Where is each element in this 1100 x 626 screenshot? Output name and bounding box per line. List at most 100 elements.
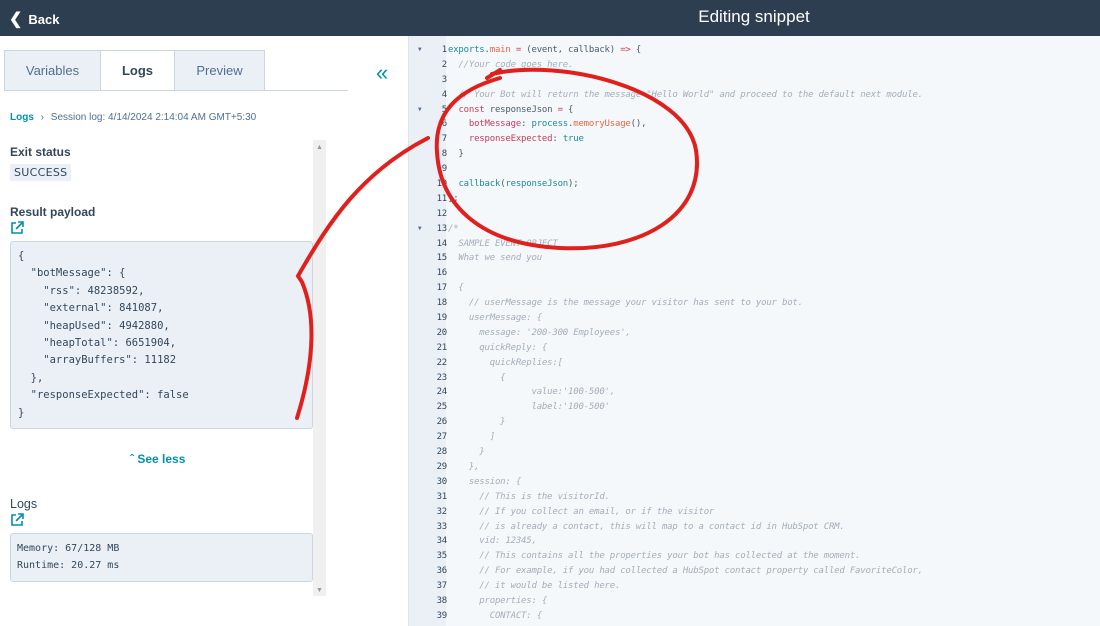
code-editor[interactable]: ▼ 1 exports.main = (event, callback) => {2… bbox=[408, 36, 1100, 626]
status-badge: SUCCESS bbox=[10, 164, 72, 181]
code-token: = bbox=[510, 45, 527, 55]
code-token: responseJson bbox=[505, 179, 569, 190]
external-link-icon[interactable] bbox=[10, 513, 24, 527]
code-token: //Your code goes here. bbox=[448, 59, 574, 70]
line-number: 17 bbox=[436, 283, 448, 294]
tab-divider bbox=[4, 90, 348, 91]
line-text: quickReplies:[ bbox=[448, 356, 563, 371]
code-token: // If you collect an email, or if the vi… bbox=[448, 506, 715, 517]
code-token: process bbox=[531, 119, 569, 130]
code-token: ] bbox=[448, 432, 495, 443]
line-number: 26 bbox=[436, 417, 448, 428]
breadcrumb-separator: › bbox=[40, 112, 45, 123]
code-token: { bbox=[448, 372, 506, 383]
line-number: 39 bbox=[436, 610, 448, 621]
back-button[interactable]: ❮ Back bbox=[9, 9, 59, 29]
code-token: const bbox=[458, 104, 485, 115]
tab-bar: Variables Logs Preview bbox=[4, 50, 265, 91]
line-number: 31 bbox=[436, 491, 448, 502]
payload-line: } bbox=[18, 406, 25, 419]
code-token: properties: { bbox=[448, 595, 548, 606]
code-token: vid: 12345, bbox=[448, 536, 537, 547]
code-token: : bbox=[521, 119, 532, 130]
see-less-button[interactable]: ˆ See less bbox=[130, 452, 185, 466]
payload-line: }, bbox=[18, 371, 44, 384]
code-token: } bbox=[448, 149, 464, 160]
line-number: 38 bbox=[436, 595, 448, 606]
code-token: // it would be listed here. bbox=[448, 581, 621, 592]
line-text: // it would be listed here. bbox=[448, 579, 620, 594]
log-line: Runtime: 20.27 ms bbox=[17, 560, 120, 572]
code-token: botMessage bbox=[468, 119, 522, 130]
result-payload-box: { "botMessage": { "rss": 48238592, "exte… bbox=[10, 241, 313, 429]
scroll-up-icon[interactable]: ▲ bbox=[316, 144, 323, 151]
line-text: // For example, if you had collected a H… bbox=[448, 564, 923, 579]
payload-line: { bbox=[18, 250, 25, 262]
line-number: 14 bbox=[436, 238, 448, 249]
line-text: }; bbox=[448, 192, 459, 207]
line-text: // This is the visitorId. bbox=[448, 490, 610, 505]
line-text: // This contains all the properties your… bbox=[448, 549, 860, 564]
line-number: 7 bbox=[441, 134, 447, 145]
line-number: 5 bbox=[441, 104, 447, 115]
code-token: }; bbox=[448, 193, 459, 204]
line-text: What we send you bbox=[448, 251, 542, 266]
line-text: exports.main = (event, callback) => { bbox=[448, 43, 641, 58]
line-number: 19 bbox=[436, 313, 448, 324]
code-token: quickReply: { bbox=[448, 342, 548, 353]
tab-logs[interactable]: Logs bbox=[101, 50, 175, 91]
line-number: 10 bbox=[436, 179, 448, 190]
line-number: 37 bbox=[436, 581, 448, 592]
tab-variables[interactable]: Variables bbox=[4, 50, 101, 91]
line-text: } bbox=[448, 415, 505, 430]
code-token: quickReplies:[ bbox=[448, 357, 563, 368]
line-number: 4 bbox=[441, 89, 447, 100]
log-line: Memory: 67/128 MB bbox=[17, 543, 120, 554]
line-number: 12 bbox=[436, 208, 448, 219]
line-text: // If you collect an email, or if the vi… bbox=[448, 505, 714, 520]
logs-box: Memory: 67/128 MB Runtime: 20.27 ms bbox=[10, 533, 313, 582]
line-number: 11 bbox=[436, 193, 448, 204]
line-text: } bbox=[448, 445, 485, 460]
line-number: 6 bbox=[441, 119, 447, 130]
external-link-icon[interactable] bbox=[10, 221, 24, 235]
line-text: { bbox=[448, 371, 505, 386]
code-token: /* bbox=[448, 223, 459, 234]
code-token: message: '200-300 Employees', bbox=[448, 327, 631, 338]
line-number: 32 bbox=[436, 506, 448, 517]
payload-line: "botMessage": { bbox=[18, 267, 126, 280]
result-payload-heading: Result payload bbox=[10, 205, 96, 219]
code-token: } bbox=[448, 447, 485, 458]
line-text: label:'100-500' bbox=[448, 400, 609, 415]
code-token: SAMPLE EVENT OBJECT bbox=[448, 238, 558, 249]
line-number: 28 bbox=[436, 447, 448, 458]
see-less-label: See less bbox=[137, 452, 186, 466]
payload-line: "heapUsed": 4942880, bbox=[18, 319, 170, 332]
breadcrumb-logs-link[interactable]: Logs bbox=[10, 112, 34, 123]
code-token: CONTACT: { bbox=[448, 610, 542, 621]
line-number: 30 bbox=[436, 476, 448, 487]
line-number: 25 bbox=[436, 402, 448, 413]
collapse-panel-icon[interactable]: « bbox=[376, 60, 388, 86]
line-number: 29 bbox=[436, 461, 448, 472]
scroll-down-icon[interactable]: ▼ bbox=[316, 587, 323, 594]
line-text: /* bbox=[448, 222, 459, 237]
back-label: Back bbox=[28, 11, 60, 27]
line-number: 22 bbox=[436, 357, 448, 368]
code-token: exports bbox=[448, 45, 485, 55]
line-number: 33 bbox=[436, 521, 448, 532]
line-text: } bbox=[448, 147, 464, 162]
code-token: value:'100-500', bbox=[448, 387, 615, 398]
code-token: (), bbox=[630, 119, 647, 130]
left-panel: Variables Logs Preview « Logs › Session … bbox=[0, 36, 408, 626]
line-number: 16 bbox=[436, 268, 448, 279]
line-text: const responseJson = { bbox=[448, 103, 573, 118]
code-token: memoryUsage bbox=[573, 119, 631, 130]
scrollbar[interactable]: ▲ ▼ bbox=[313, 140, 326, 596]
line-number: 34 bbox=[436, 536, 448, 547]
code-token: What we send you bbox=[448, 253, 542, 264]
tab-preview[interactable]: Preview bbox=[175, 50, 265, 91]
code-token: // This is the visitorId. bbox=[448, 491, 610, 502]
